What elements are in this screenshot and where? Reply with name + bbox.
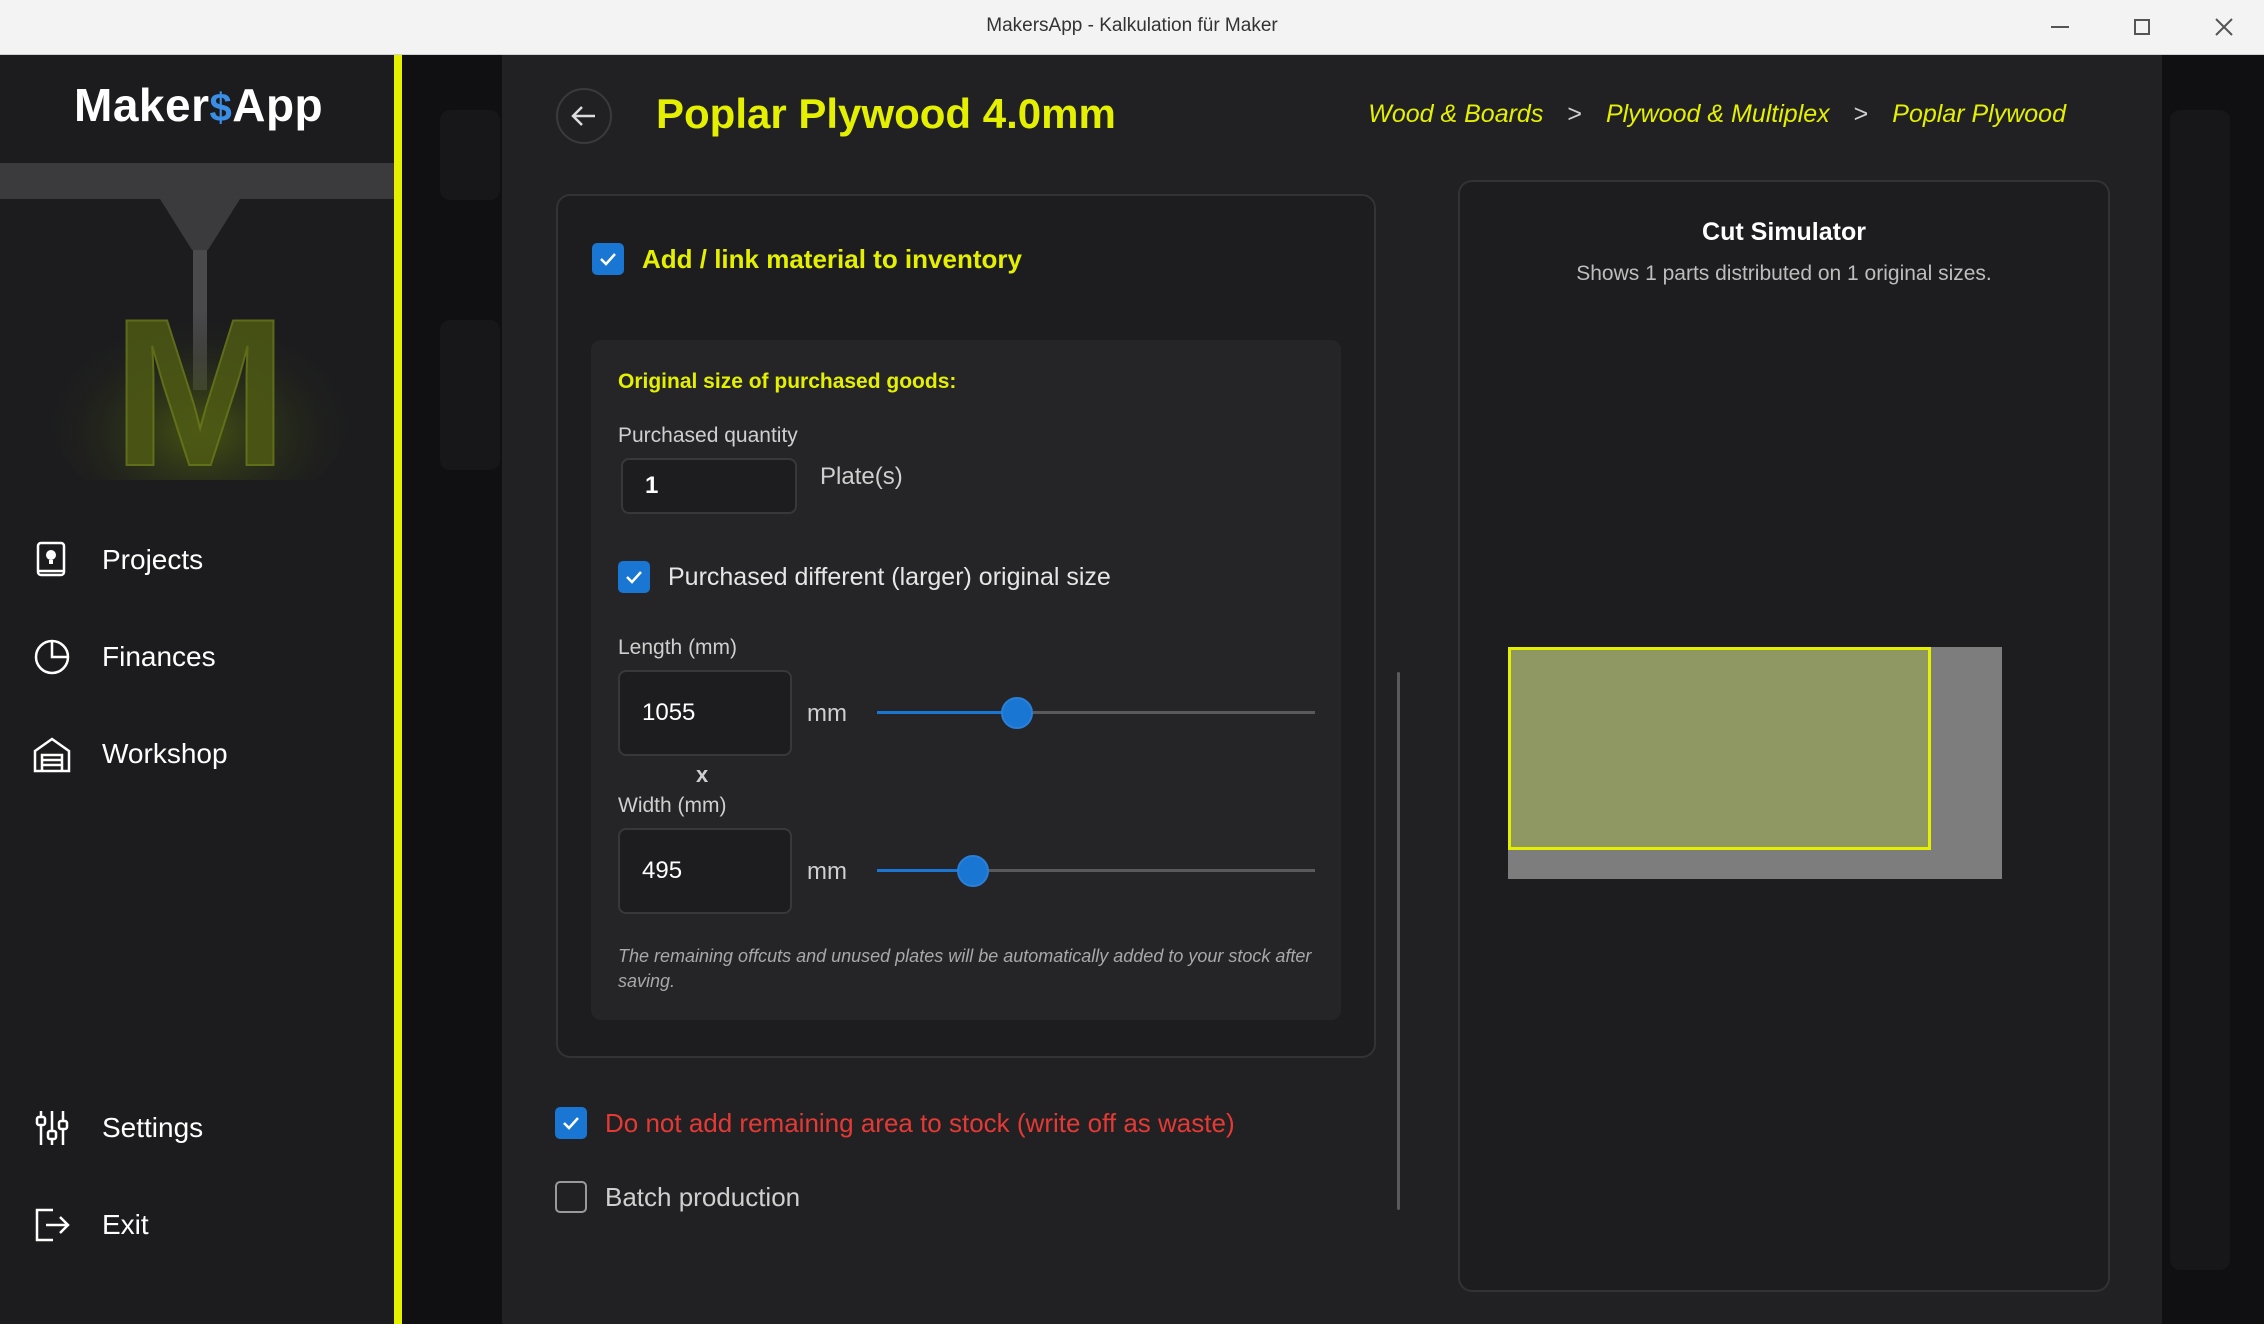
add-link-inventory-row[interactable]: Add / link material to inventory [592,243,1022,275]
purchased-quantity-input[interactable]: 1 [621,458,797,514]
times-sign: x [696,762,709,787]
cut-simulator-subtitle: Shows 1 parts distributed on 1 original … [1576,262,1992,285]
maximize-icon [2134,19,2150,35]
check-icon [563,1117,579,1130]
length-slider[interactable] [877,697,1315,729]
add-link-inventory-label: Add / link material to inventory [642,243,1022,274]
logo-dollar: $ [209,86,233,130]
breadcrumb: Wood & Boards > Plywood & Multiplex > Po… [1368,100,2066,129]
batch-production-label: Batch production [605,1181,801,1212]
length-label: Length (mm) [618,636,738,659]
background-ghost [440,110,500,200]
breadcrumb-separator: > [1567,100,1582,128]
breadcrumb-item[interactable]: Wood & Boards [1368,100,1543,129]
slider-thumb[interactable] [1001,697,1034,729]
breadcrumb-item: Poplar Plywood [1892,100,2066,128]
purchased-quantity-unit: Plate(s) [820,463,903,490]
window-titlebar: MakersApp - Kalkulation für Maker [0,0,2264,55]
different-size-row[interactable]: Purchased different (larger) original si… [618,561,1111,593]
cut-simulator-title: Cut Simulator [1702,218,1866,246]
app-logo-text: Maker$App [74,78,323,132]
slider-thumb[interactable] [957,855,990,887]
back-button[interactable] [556,88,612,144]
logo-graphic: M [0,163,394,480]
sidebar-item-label: Workshop [102,738,228,769]
original-size-title: Original size of purchased goods: [618,370,957,393]
exit-icon [32,1205,72,1245]
length-input[interactable]: 1055 [618,670,792,756]
batch-production-checkbox[interactable] [555,1181,587,1213]
add-link-inventory-checkbox[interactable] [592,243,624,275]
garage-icon [32,734,72,774]
slider-fill [877,711,1018,714]
maximize-button[interactable] [2112,8,2172,46]
sidebar-item-workshop[interactable]: Workshop [32,724,228,784]
sidebar-item-label: Settings [102,1112,204,1143]
sidebar-item-settings[interactable]: Settings [32,1098,203,1158]
write-off-label: Do not add remaining area to stock (writ… [605,1107,1235,1138]
sliders-icon [32,1108,72,1148]
purchased-quantity-label: Purchased quantity [618,424,798,447]
different-size-checkbox[interactable] [618,561,650,593]
batch-production-row[interactable]: Batch production [555,1181,800,1213]
logo-part-maker: Maker [74,79,210,131]
sidebar-item-exit[interactable]: Exit [32,1195,149,1255]
sidebar-item-label: Exit [102,1209,149,1240]
logo-letter: M [113,275,288,480]
length-unit: mm [807,700,847,727]
arrow-left-icon [571,106,595,126]
minimize-button[interactable] [2030,8,2090,46]
background-ghost [440,320,500,470]
dialog-title: Poplar Plywood 4.0mm [656,90,1116,137]
book-lightbulb-icon [32,540,72,580]
check-icon [626,571,642,584]
sidebar-item-finances[interactable]: Finances [32,627,216,687]
logo-part-app: App [232,79,324,131]
sidebar-item-label: Projects [102,544,204,575]
background-ghost [2170,110,2230,1270]
cut-part [1508,647,1931,850]
sidebar-item-projects[interactable]: Projects [32,530,203,590]
width-input[interactable]: 495 [618,828,792,914]
width-slider[interactable] [877,855,1315,887]
scrollbar[interactable] [1397,672,1400,1210]
close-button[interactable] [2194,8,2254,46]
sidebar-item-label: Finances [102,641,216,672]
check-icon [600,253,616,266]
pie-chart-icon [32,637,72,677]
sidebar-accent-bar [394,55,402,1324]
width-label: Width (mm) [618,794,727,817]
width-unit: mm [807,858,847,885]
close-icon [2215,18,2233,36]
write-off-row[interactable]: Do not add remaining area to stock (writ… [555,1107,1235,1139]
window-title: MakersApp - Kalkulation für Maker [986,15,1278,36]
breadcrumb-separator: > [1853,100,1869,128]
write-off-checkbox[interactable] [555,1107,587,1139]
different-size-label: Purchased different (larger) original si… [668,562,1111,591]
breadcrumb-item[interactable]: Plywood & Multiplex [1606,100,1830,129]
minimize-icon [2051,26,2069,28]
offcuts-note: The remaining offcuts and unused plates … [618,946,1312,991]
